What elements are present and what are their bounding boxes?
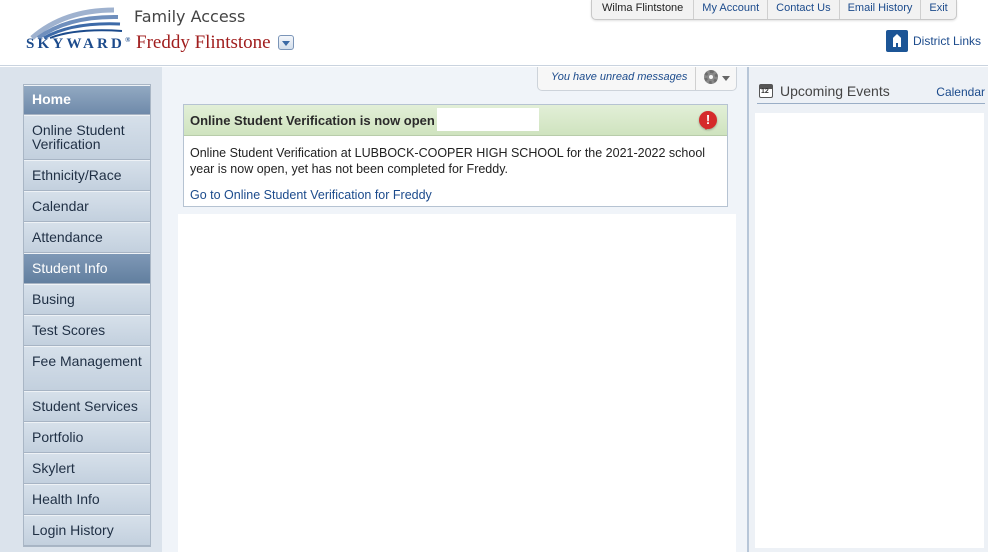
main-content: You have unread messages Online Student … <box>162 67 747 552</box>
sidebar-item-skylert[interactable]: Skylert <box>24 453 150 484</box>
message-bar: You have unread messages <box>537 67 738 91</box>
student-dropdown-icon[interactable] <box>278 35 294 50</box>
sidebar-item-fee-management[interactable]: Fee Management <box>24 346 150 391</box>
student-name[interactable]: Freddy Flintstone <box>136 32 271 54</box>
settings-menu[interactable] <box>696 67 736 90</box>
app-name: Family Access <box>134 7 246 26</box>
skyward-wordmark: SKYWARD® <box>26 36 131 52</box>
sidebar-item-calendar[interactable]: Calendar <box>24 191 150 222</box>
user-name: Wilma Flintstone <box>602 2 684 14</box>
sidebar-item-login-history[interactable]: Login History <box>24 515 150 546</box>
my-account-link[interactable]: My Account <box>693 0 767 19</box>
notice-header: Online Student Verification is now open … <box>184 105 727 136</box>
user-nav: Wilma Flintstone My Account Contact Us E… <box>591 0 957 20</box>
notice-redaction <box>437 108 539 131</box>
verification-link[interactable]: Go to Online Student Verification for Fr… <box>190 187 721 203</box>
district-links-label: District Links <box>913 34 982 48</box>
verification-notice: Online Student Verification is now open … <box>183 104 728 207</box>
notice-title: Online Student Verification is now open <box>190 113 435 128</box>
settings-gear-icon <box>704 70 719 84</box>
sidebar-item-online-student-verification[interactable]: Online Student Verification <box>24 115 150 160</box>
sidebar-nav: Home Online Student Verification Ethnici… <box>23 84 151 547</box>
upcoming-events-panel: Upcoming Events Calendar <box>747 67 988 552</box>
content-area <box>178 214 736 552</box>
sidebar-item-attendance[interactable]: Attendance <box>24 222 150 253</box>
calendar-icon <box>759 84 773 98</box>
email-history-link[interactable]: Email History <box>838 0 921 19</box>
sidebar-item-health-info[interactable]: Health Info <box>24 484 150 515</box>
sidebar-item-portfolio[interactable]: Portfolio <box>24 422 150 453</box>
events-list <box>755 113 984 548</box>
sidebar-item-test-scores[interactable]: Test Scores <box>24 315 150 346</box>
events-title: Upcoming Events <box>780 83 890 99</box>
district-links-icon <box>886 30 908 52</box>
sidebar-item-home[interactable]: Home <box>24 85 150 115</box>
district-links[interactable]: District Links <box>886 30 981 52</box>
header: SKYWARD® Family Access Freddy Flintstone… <box>0 0 988 66</box>
sidebar-item-student-services[interactable]: Student Services <box>24 391 150 422</box>
unread-messages-link[interactable]: You have unread messages <box>538 67 697 90</box>
sidebar-item-ethnicity-race[interactable]: Ethnicity/Race <box>24 160 150 191</box>
sidebar: Home Online Student Verification Ethnici… <box>0 67 162 552</box>
sidebar-item-busing[interactable]: Busing <box>24 284 150 315</box>
chevron-down-icon <box>722 76 731 81</box>
events-header: Upcoming Events Calendar <box>757 82 985 104</box>
notice-body: Online Student Verification at LUBBOCK-C… <box>184 136 727 203</box>
exit-link[interactable]: Exit <box>920 0 955 19</box>
calendar-link[interactable]: Calendar <box>936 85 985 99</box>
contact-us-link[interactable]: Contact Us <box>767 0 838 19</box>
notice-text: Online Student Verification at LUBBOCK-C… <box>190 146 706 176</box>
sidebar-item-student-info[interactable]: Student Info <box>24 253 150 284</box>
alert-icon: ! <box>699 111 717 130</box>
